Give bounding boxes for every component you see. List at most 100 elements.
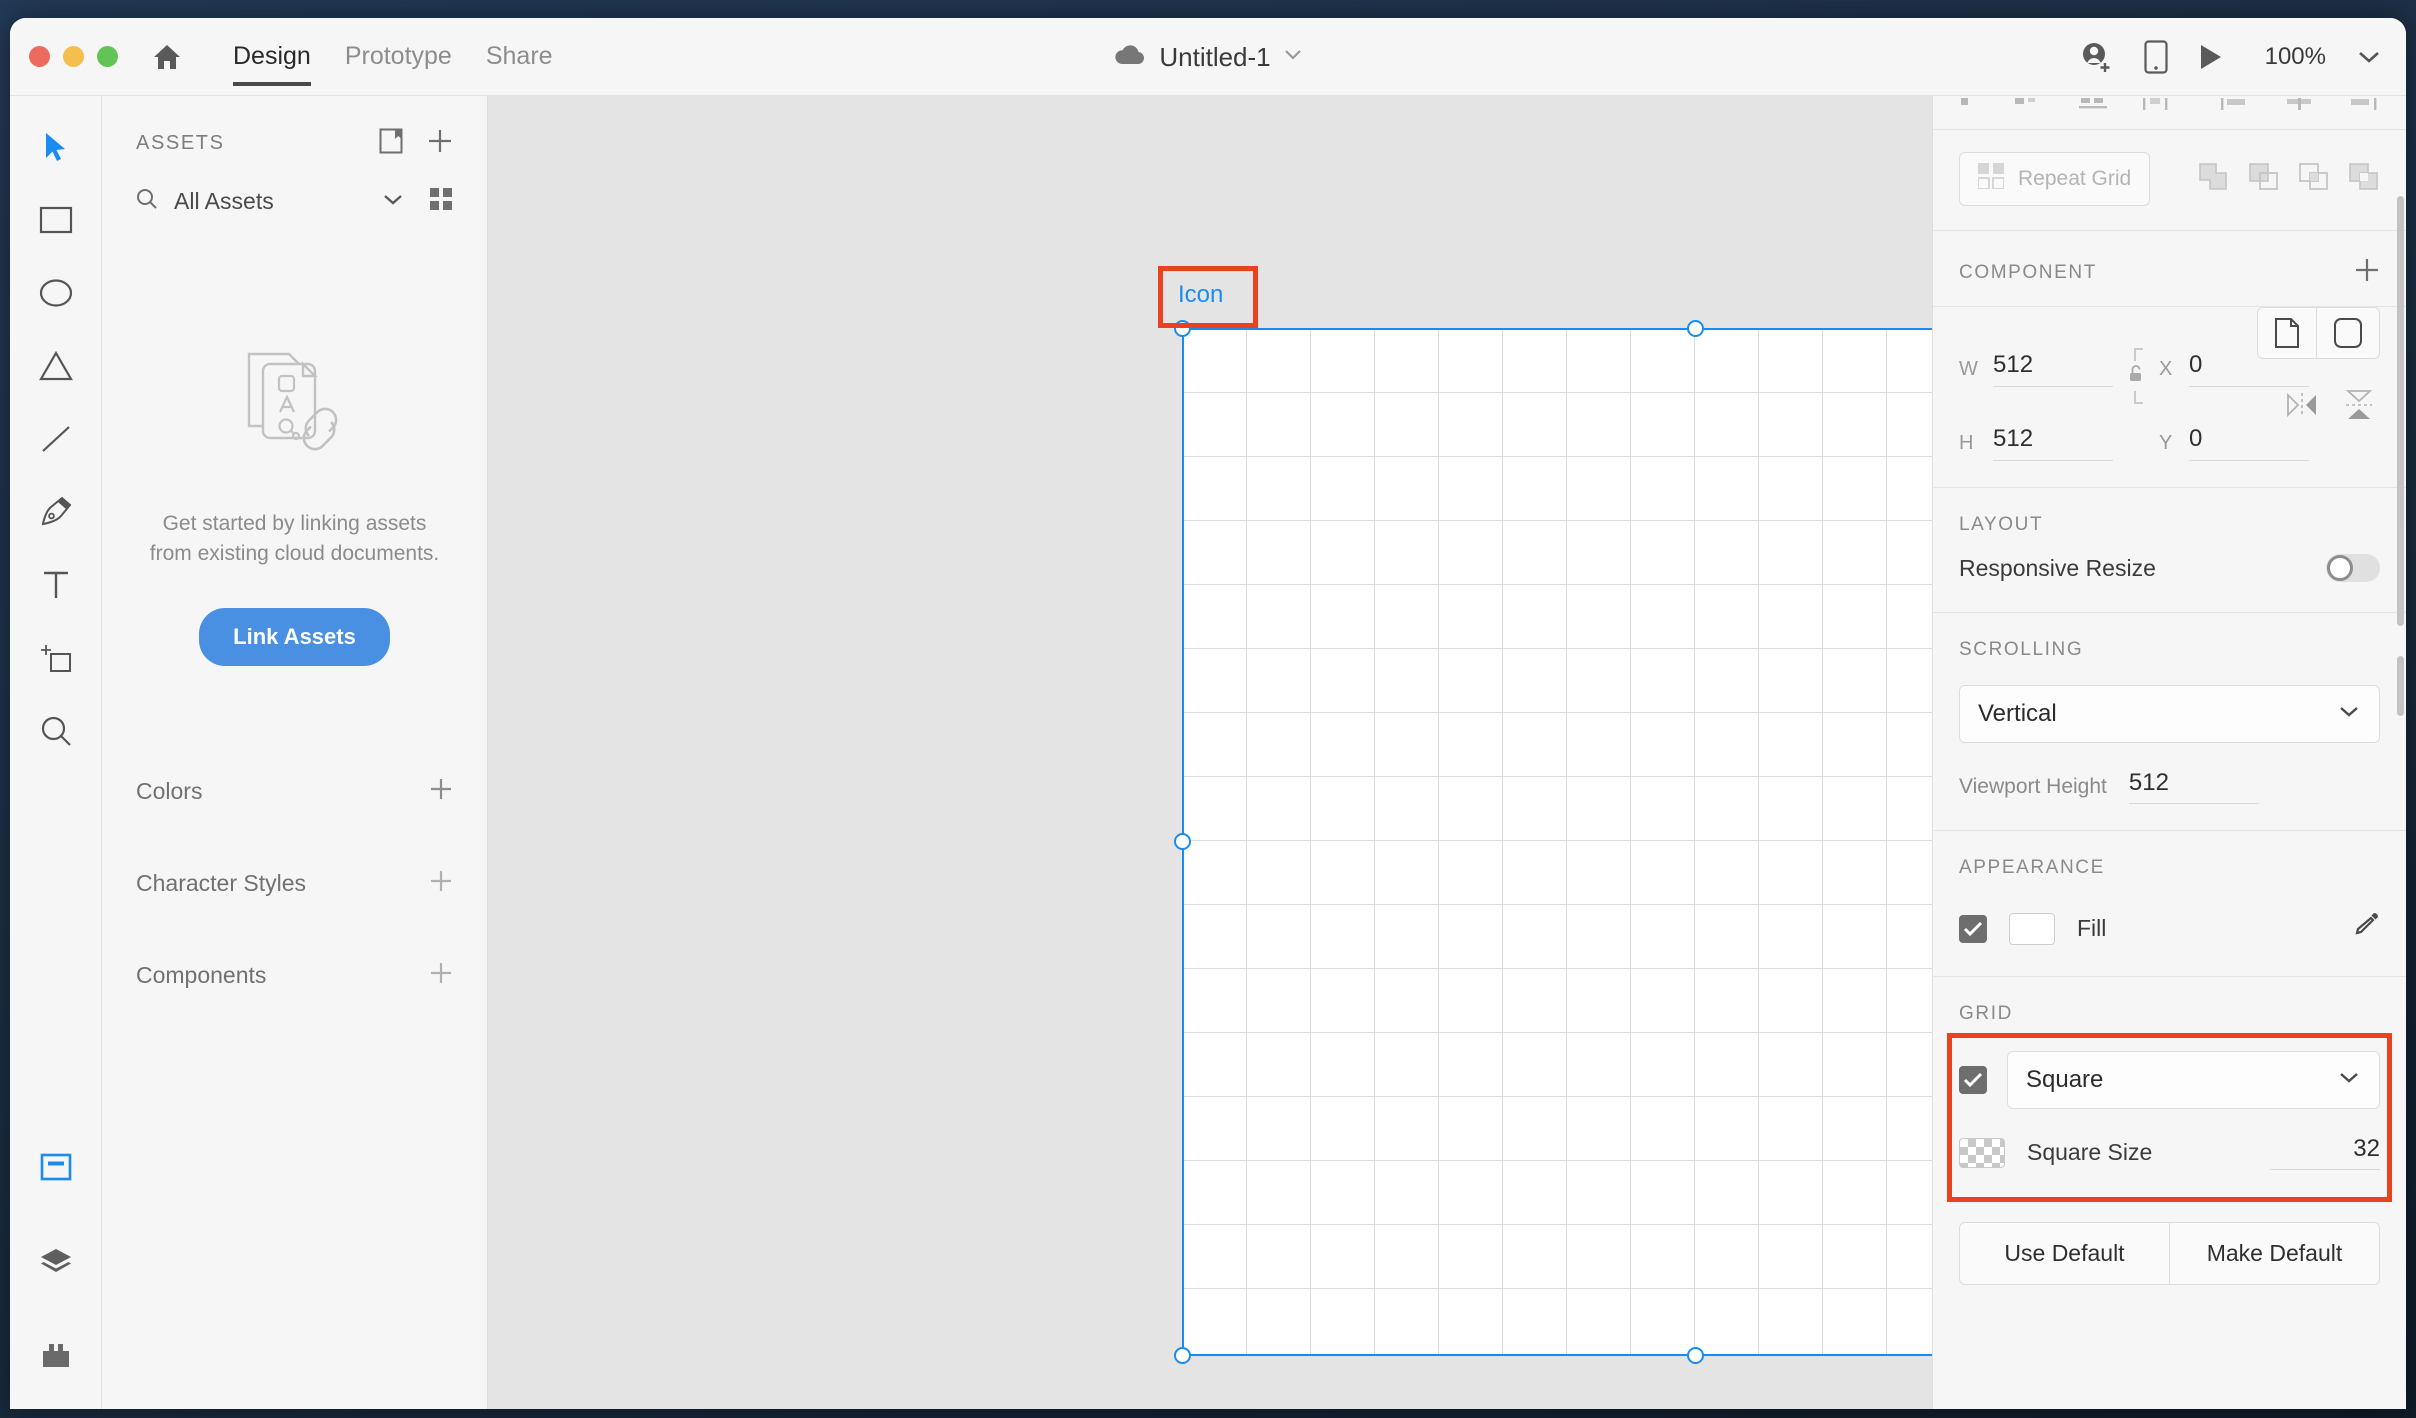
resize-handle-bottom-left[interactable] <box>1174 1347 1191 1364</box>
link-assets-button[interactable]: Link Assets <box>199 607 390 666</box>
unlocked-aspect-ratio-icon[interactable] <box>2113 331 2159 407</box>
sharp-corner-icon[interactable] <box>2258 308 2316 358</box>
assets-section-character-styles-label: Character Styles <box>136 870 307 897</box>
resize-handle-middle-left[interactable] <box>1174 833 1191 850</box>
rounded-corner-icon[interactable] <box>2316 308 2379 358</box>
grid-view-icon[interactable] <box>429 187 453 216</box>
y-label: Y <box>2159 431 2173 454</box>
library-icon[interactable] <box>379 128 403 159</box>
grid-color-swatch[interactable] <box>1959 1137 2005 1168</box>
search-icon[interactable] <box>136 188 158 215</box>
exclude-overlap-icon[interactable] <box>2348 162 2380 197</box>
align-left-icon[interactable] <box>1959 98 1981 125</box>
artboard-icon[interactable] <box>1182 328 1932 1356</box>
artboard-name-label[interactable]: Icon <box>1178 281 1223 309</box>
distribute-horizontal-icon[interactable] <box>2143 98 2169 125</box>
tab-prototype-label: Prototype <box>344 42 452 70</box>
plus-icon[interactable] <box>427 128 453 159</box>
boolean-operations-group <box>2198 162 2380 197</box>
align-center-horizontal-icon[interactable] <box>2015 98 2045 125</box>
play-preview-icon[interactable] <box>2198 43 2224 71</box>
dimension-fields: W 512 X 0 H 512 Y 0 <box>1959 307 2380 487</box>
distribute-right-icon[interactable] <box>2349 98 2379 125</box>
square-size-input[interactable]: 32 <box>2270 1135 2380 1170</box>
artboard-tool[interactable] <box>27 629 85 687</box>
height-input[interactable]: 512 <box>1993 425 2113 461</box>
repeat-grid-button[interactable]: Repeat Grid <box>1959 152 2151 206</box>
zoom-tool[interactable] <box>27 702 85 760</box>
chevron-down-icon[interactable] <box>1283 48 1303 66</box>
resize-handle-top-center[interactable] <box>1687 320 1704 337</box>
y-input[interactable]: 0 <box>2189 425 2309 461</box>
plugins-panel-toggle[interactable] <box>27 1327 85 1385</box>
square-size-label: Square Size <box>2027 1139 2153 1165</box>
assets-section-components[interactable]: Components <box>136 930 453 1022</box>
fill-checkbox[interactable] <box>1959 914 1987 943</box>
make-default-button[interactable]: Make Default <box>2169 1223 2379 1284</box>
subtract-shapes-icon[interactable] <box>2248 162 2280 197</box>
scrolling-mode-select[interactable]: Vertical <box>1959 685 2380 743</box>
viewport-height-input[interactable]: 512 <box>2128 769 2259 804</box>
tab-design-label: Design <box>233 42 311 70</box>
minimize-window-button[interactable] <box>63 46 84 67</box>
select-tool[interactable] <box>27 118 85 176</box>
design-canvas[interactable]: Icon <box>488 96 1932 1409</box>
plus-icon[interactable] <box>429 961 453 990</box>
polygon-tool[interactable] <box>27 337 85 395</box>
resize-handle-bottom-center[interactable] <box>1687 1347 1704 1364</box>
fill-color-swatch[interactable] <box>2009 912 2055 945</box>
assets-sections: Colors Character Styles Components <box>136 746 453 1022</box>
ellipse-tool[interactable] <box>27 264 85 322</box>
maximize-window-button[interactable] <box>97 46 118 67</box>
tab-prototype[interactable]: Prototype <box>328 18 469 96</box>
mobile-device-icon[interactable] <box>2144 40 2168 74</box>
close-window-button[interactable] <box>29 46 50 67</box>
pen-tool[interactable] <box>27 483 85 541</box>
assets-section-components-label: Components <box>136 962 267 989</box>
property-inspector: Repeat Grid COMPONENT W 512 X 0 H 512 Y … <box>1932 96 2406 1409</box>
flip-vertical-icon[interactable] <box>2344 389 2374 426</box>
layers-panel-toggle[interactable] <box>27 1233 85 1291</box>
cloud-icon[interactable] <box>1113 43 1147 72</box>
width-input[interactable]: 512 <box>1993 351 2113 387</box>
property-panel-scrollbar-lower[interactable] <box>2397 656 2404 716</box>
assets-section-colors[interactable]: Colors <box>136 746 453 838</box>
align-bottom-icon[interactable] <box>2079 98 2109 125</box>
viewport-height-row: Viewport Height 512 <box>1959 769 2380 830</box>
add-shapes-icon[interactable] <box>2198 162 2230 197</box>
property-panel-scrollbar[interactable] <box>2397 196 2404 626</box>
tab-design[interactable]: Design <box>216 18 328 96</box>
scrolling-section-header: SCROLLING <box>1959 613 2380 679</box>
x-label: X <box>2159 357 2173 380</box>
plus-icon[interactable] <box>429 777 453 806</box>
tab-share[interactable]: Share <box>469 18 570 96</box>
text-tool[interactable] <box>27 556 85 614</box>
flip-horizontal-icon[interactable] <box>2286 391 2318 424</box>
resize-handle-top-left[interactable] <box>1174 320 1191 337</box>
use-default-button[interactable]: Use Default <box>1960 1223 2169 1284</box>
line-tool[interactable] <box>27 410 85 468</box>
tab-share-label: Share <box>485 42 553 70</box>
distribute-left-icon[interactable] <box>2221 98 2251 125</box>
grid-type-value: Square <box>2026 1066 2104 1093</box>
chevron-down-icon[interactable] <box>2356 49 2382 65</box>
scrolling-section: SCROLLING Vertical Viewport Height 512 <box>1933 613 2406 831</box>
plus-icon[interactable] <box>2354 257 2380 288</box>
document-name[interactable]: Untitled-1 <box>1159 42 1270 73</box>
distribute-center-icon[interactable] <box>2285 98 2315 125</box>
assets-panel-toggle[interactable] <box>27 1139 85 1197</box>
add-collaborator-icon[interactable] <box>2080 41 2114 73</box>
eyedropper-icon[interactable] <box>2350 911 2380 946</box>
plus-icon[interactable] <box>429 869 453 898</box>
flip-buttons <box>2286 389 2374 426</box>
grid-type-select[interactable]: Square <box>2007 1051 2380 1109</box>
assets-filter-value[interactable]: All Assets <box>174 188 365 215</box>
responsive-resize-toggle[interactable] <box>2326 554 2380 582</box>
chevron-down-icon[interactable] <box>381 192 405 212</box>
rectangle-tool[interactable] <box>27 191 85 249</box>
intersect-shapes-icon[interactable] <box>2298 162 2330 197</box>
home-icon[interactable] <box>147 37 187 77</box>
assets-section-character-styles[interactable]: Character Styles <box>136 838 453 930</box>
grid-enabled-checkbox[interactable] <box>1959 1066 1987 1094</box>
zoom-level-value[interactable]: 100% <box>2254 43 2326 71</box>
